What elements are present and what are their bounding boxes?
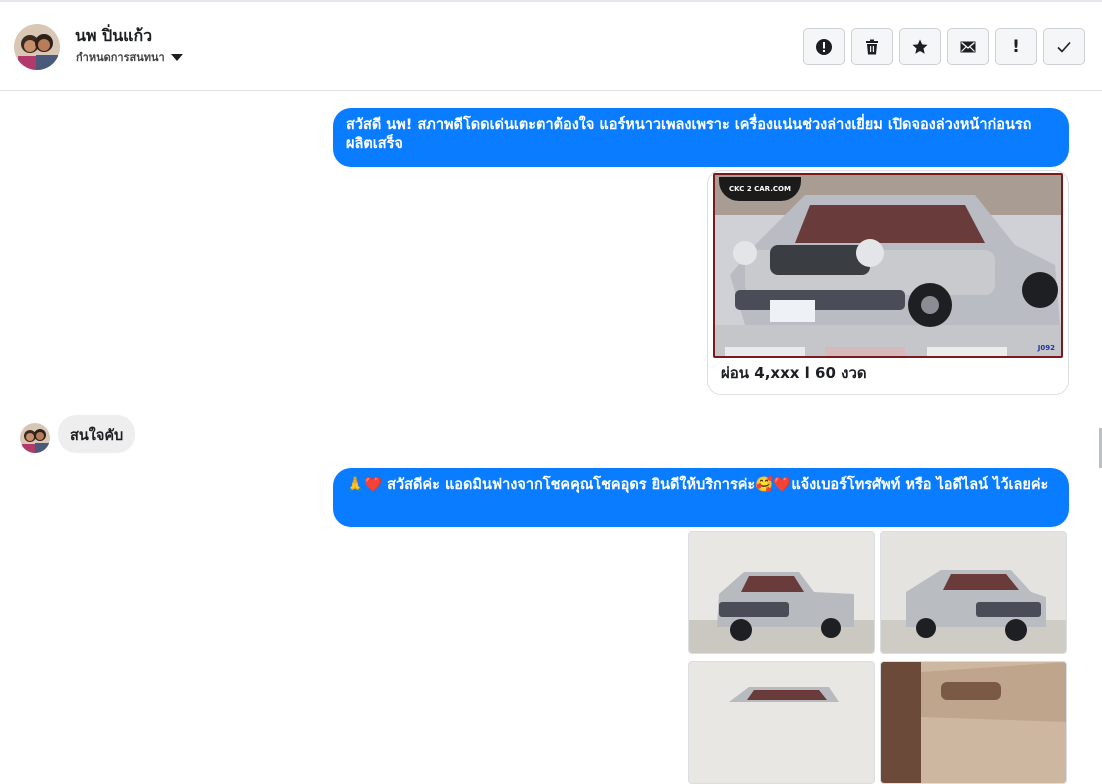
product-card[interactable]: CKC 2 CAR.COM J092 ผ่อน 4,xxx l 60 งวด — [707, 170, 1069, 395]
done-button[interactable] — [1043, 28, 1085, 65]
incoming-message: สนใจคับ — [58, 415, 136, 453]
card-caption: ผ่อน 4,xxx l 60 งวด — [721, 364, 867, 382]
pickup-truck-image — [689, 662, 874, 783]
caret-down-icon — [170, 54, 183, 61]
contact-name[interactable]: นพ ปิ่นแก้ว — [75, 24, 152, 49]
exclamation-icon: ! — [1012, 36, 1020, 57]
outgoing-message: 🙏❤️ สวัสดีค่ะ แอดมินฟางจากโชคคุณโชคอุดร … — [333, 468, 1069, 527]
mark-unread-button[interactable] — [947, 28, 989, 65]
conversation-toolbar: ! — [803, 28, 1085, 65]
car-interior-image — [881, 662, 1066, 783]
delete-button[interactable] — [851, 28, 893, 65]
message-text: 🙏❤️ สวัสดีค่ะ แอดมินฟางจากโชคคุณโชคอุดร … — [346, 477, 1049, 493]
message-text: สวัสดี นพ! สภาพดีโดดเด่นเตะตาต้องใจ แอร์… — [346, 117, 1032, 152]
watermark-logo: CKC 2 CAR.COM — [719, 177, 801, 201]
envelope-icon — [960, 41, 976, 52]
product-image[interactable]: CKC 2 CAR.COM J092 — [713, 173, 1063, 358]
alert-circle-icon — [816, 38, 832, 55]
photo-attachment[interactable] — [688, 661, 875, 784]
conversation-header: นพ ปิ่นแก้ว กำหนดการสนทนา ! — [0, 2, 1102, 91]
pickup-truck-image — [715, 175, 1061, 356]
stock-tag: J092 — [1037, 344, 1055, 352]
trash-icon — [866, 39, 878, 54]
star-button[interactable] — [899, 28, 941, 65]
outgoing-message: สวัสดี นพ! สภาพดีโดดเด่นเตะตาต้องใจ แอร์… — [333, 108, 1069, 167]
message-text: สนใจคับ — [70, 428, 124, 444]
photo-attachment[interactable] — [880, 661, 1067, 784]
check-icon — [1057, 41, 1071, 53]
pickup-truck-image — [689, 532, 874, 653]
follow-up-button[interactable]: ! — [995, 28, 1037, 65]
conversation-settings-dropdown[interactable]: กำหนดการสนทนา — [76, 48, 183, 66]
avatar[interactable] — [20, 423, 50, 453]
spam-button[interactable] — [803, 28, 845, 65]
conversation-settings-label: กำหนดการสนทนา — [76, 51, 165, 64]
photo-attachment[interactable] — [880, 531, 1067, 654]
avatar[interactable] — [14, 24, 60, 70]
photo-attachment[interactable] — [688, 531, 875, 654]
pickup-truck-image — [881, 532, 1066, 653]
star-icon — [912, 39, 928, 54]
